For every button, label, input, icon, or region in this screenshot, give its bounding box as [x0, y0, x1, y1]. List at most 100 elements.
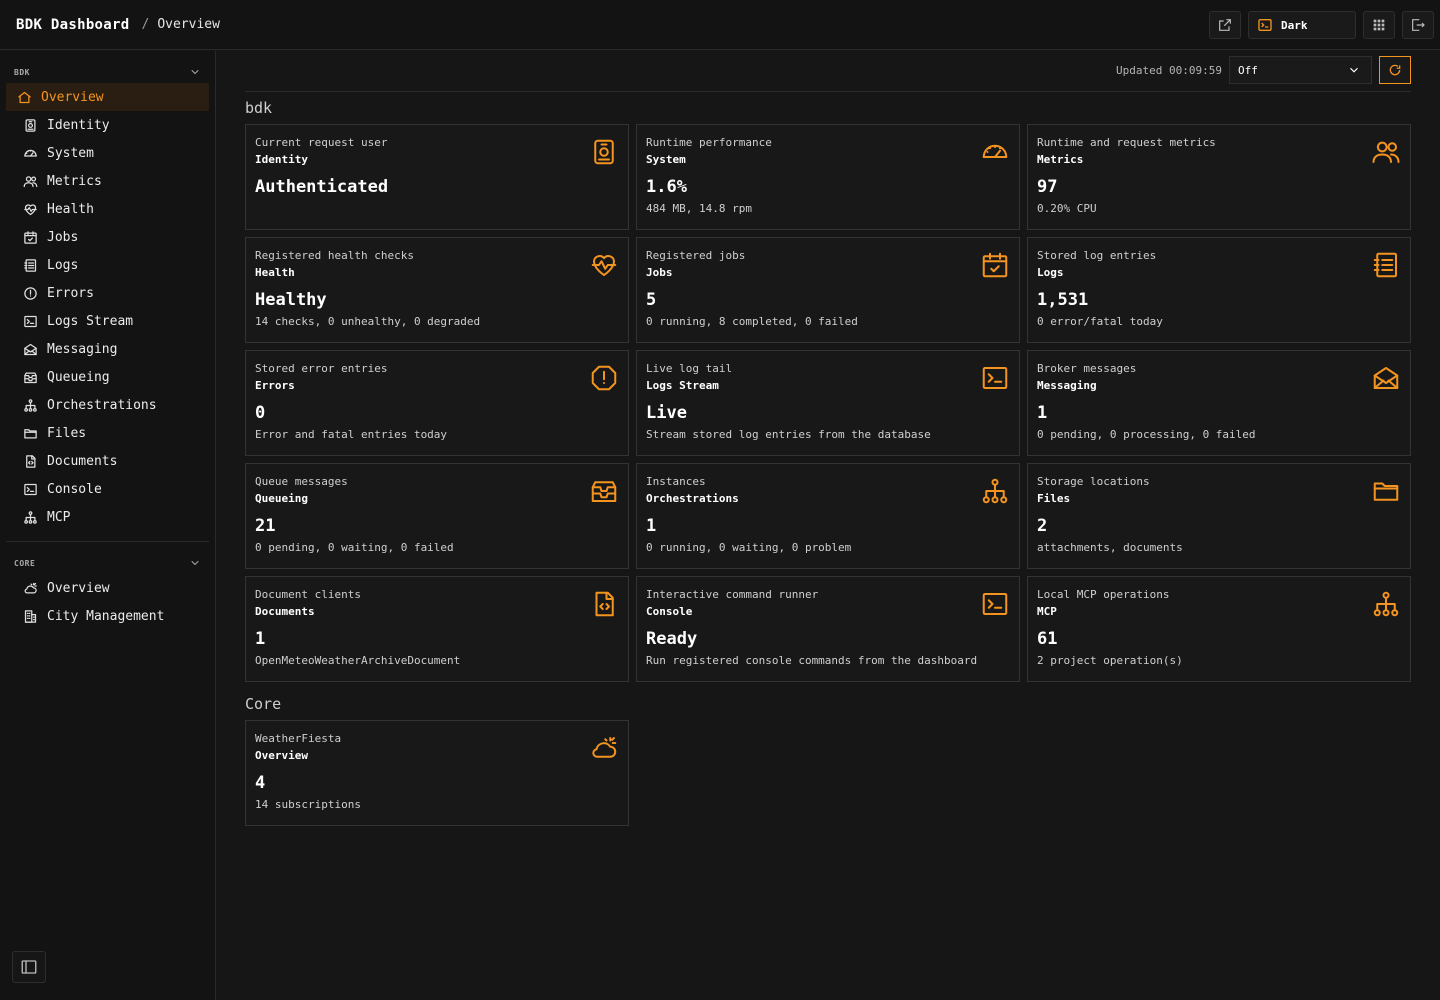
card-bdk-orchestrations[interactable]: Instances Orchestrations 1 0 running, 0 wai… [636, 463, 1020, 569]
card-bdk-mcp[interactable]: Local MCP operations MCP 61 2 project opera… [1027, 576, 1411, 682]
sidebar-item-label: Overview [41, 89, 104, 105]
sidebar-item-core-city-management[interactable]: City Management [6, 602, 209, 630]
mail-icon [23, 342, 38, 357]
card-bdk-files[interactable]: Storage locations Files 2 attachments, docu… [1027, 463, 1411, 569]
sidebar-item-label: Logs [47, 257, 79, 273]
card-bdk-logs[interactable]: Stored log entries Logs 1,531 0 error/fatal… [1027, 237, 1411, 343]
list-icon [23, 258, 38, 273]
card-title: Logs Stream [646, 379, 719, 392]
card-subtitle: Interactive command runner [646, 588, 819, 601]
gauge-icon [980, 137, 1010, 167]
card-detail: OpenMeteoWeatherArchiveDocument [255, 654, 461, 667]
sidebar-item-bdk-errors[interactable]: Errors [6, 279, 209, 307]
heart-pulse-icon [589, 250, 619, 280]
card-subtitle: Runtime and request metrics [1037, 136, 1216, 149]
sidebar-item-bdk-files[interactable]: Files [6, 419, 209, 447]
sidebar-item-core-overview[interactable]: Overview [6, 574, 209, 602]
card-value: 1 [1037, 403, 1048, 423]
card-value: 4 [255, 773, 266, 793]
home-icon [17, 90, 32, 105]
sidebar-item-bdk-identity[interactable]: Identity [6, 111, 209, 139]
sidebar-item-label: Errors [47, 285, 94, 301]
sidebar-item-bdk-system[interactable]: System [6, 139, 209, 167]
card-subtitle: Queue messages [255, 475, 348, 488]
card-value: 21 [255, 516, 276, 536]
card-detail: 0 pending, 0 waiting, 0 failed [255, 541, 454, 554]
card-subtitle: Document clients [255, 588, 361, 601]
top-actions: Dark [1209, 11, 1434, 39]
card-value: 97 [1037, 177, 1058, 197]
sidebar-item-bdk-messaging[interactable]: Messaging [6, 335, 209, 363]
sidebar-item-bdk-console[interactable]: Console [6, 475, 209, 503]
sidebar-item-label: Documents [47, 453, 118, 469]
sidebar-item-label: Logs Stream [47, 313, 134, 329]
card-title: System [646, 153, 686, 166]
sidebar-item-bdk-logs-stream[interactable]: Logs Stream [6, 307, 209, 335]
card-title: Overview [255, 749, 308, 762]
card-detail: 14 checks, 0 unhealthy, 0 degraded [255, 315, 481, 328]
card-value: 61 [1037, 629, 1058, 649]
sidebar-item-label: Jobs [47, 229, 79, 245]
sidebar-item-bdk-documents[interactable]: Documents [6, 447, 209, 475]
sidebar-section-label: CORE [14, 558, 36, 568]
card-detail: attachments, documents [1037, 541, 1183, 554]
sidebar-item-bdk-overview[interactable]: Overview [6, 83, 209, 111]
external-link-icon [1219, 19, 1231, 31]
users-icon [23, 174, 38, 189]
card-bdk-errors[interactable]: Stored error entries Errors 0 Error and fat… [245, 350, 629, 456]
sidebar-item-bdk-logs[interactable]: Logs [6, 251, 209, 279]
chevron-down-icon [189, 66, 201, 78]
sidebar-item-bdk-metrics[interactable]: Metrics [6, 167, 209, 195]
sidebar-item-label: Overview [47, 580, 110, 596]
card-bdk-health[interactable]: Registered health checks Health Healthy 14 … [245, 237, 629, 343]
card-value: 1.6% [646, 177, 687, 197]
refresh-button[interactable] [1379, 56, 1411, 84]
sidebar-item-bdk-queueing[interactable]: Queueing [6, 363, 209, 391]
sidebar-item-bdk-orchestrations[interactable]: Orchestrations [6, 391, 209, 419]
group-title-core: Core [245, 695, 282, 713]
card-detail: 0 running, 8 completed, 0 failed [646, 315, 858, 328]
sidebar-section-core[interactable]: CORE [0, 552, 215, 574]
heart-pulse-icon [23, 202, 38, 217]
sidebar-item-label: Identity [47, 117, 110, 133]
sidebar-section-bdk[interactable]: BDK [0, 61, 215, 83]
sidebar-item-bdk-mcp[interactable]: MCP [6, 503, 209, 531]
card-subtitle: Storage locations [1037, 475, 1150, 488]
card-bdk-identity[interactable]: Current request user Identity Authenticate… [245, 124, 629, 230]
sidebar-collapse-button[interactable] [12, 951, 46, 983]
sidebar-item-bdk-health[interactable]: Health [6, 195, 209, 223]
card-bdk-jobs[interactable]: Registered jobs Jobs 5 0 running, 8 complet… [636, 237, 1020, 343]
sidebar-item-bdk-jobs[interactable]: Jobs [6, 223, 209, 251]
apps-grid-button[interactable] [1363, 11, 1395, 39]
auto-refresh-select[interactable]: Off [1229, 56, 1372, 84]
calendar-check-icon [23, 230, 38, 245]
grid-icon [1373, 19, 1385, 31]
card-title: Metrics [1037, 153, 1084, 166]
sidebar-item-label: Queueing [47, 369, 110, 385]
card-detail: Run registered console commands from the… [646, 654, 978, 667]
sidebar-item-label: Metrics [47, 173, 102, 189]
sidebar-item-label: Health [47, 201, 94, 217]
brand-title[interactable]: BDK Dashboard [16, 17, 129, 33]
card-title: Files [1037, 492, 1071, 505]
card-bdk-console[interactable]: Interactive command runner Console Ready Ru… [636, 576, 1020, 682]
chevron-down-icon [1350, 67, 1358, 73]
card-bdk-documents[interactable]: Document clients Documents 1 OpenMeteoWeath… [245, 576, 629, 682]
card-bdk-logs-stream[interactable]: Live log tail Logs Stream Live Stream store… [636, 350, 1020, 456]
sidebar: BDK Overview Identity System Metrics Health Jo… [0, 51, 216, 1000]
terminal-icon [23, 482, 38, 497]
card-bdk-queueing[interactable]: Queue messages Queueing 21 0 pending, 0 wai… [245, 463, 629, 569]
card-detail: 14 subscriptions [255, 798, 361, 811]
card-subtitle: Registered health checks [255, 249, 414, 262]
card-core-overview[interactable]: WeatherFiesta Overview 4 14 subscriptions [245, 720, 629, 826]
open-external-button[interactable] [1209, 11, 1241, 39]
card-bdk-system[interactable]: Runtime performance System 1.6% 484 MB, 14.… [636, 124, 1020, 230]
theme-toggle-button[interactable]: Dark [1248, 11, 1356, 39]
logout-button[interactable] [1402, 11, 1434, 39]
card-subtitle: Instances [646, 475, 706, 488]
card-detail: Stream stored log entries from the datab… [646, 428, 931, 441]
card-bdk-messaging[interactable]: Broker messages Messaging 1 0 pending, 0 pr… [1027, 350, 1411, 456]
hierarchy-icon [980, 476, 1010, 506]
terminal-icon [980, 363, 1010, 393]
card-bdk-metrics[interactable]: Runtime and request metrics Metrics 97 0.20… [1027, 124, 1411, 230]
